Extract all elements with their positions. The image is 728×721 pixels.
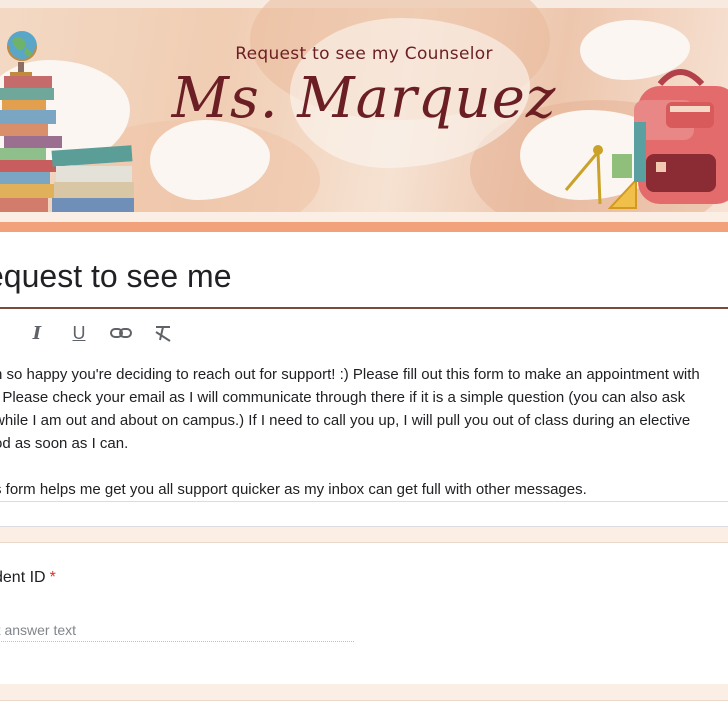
required-asterisk: * <box>49 569 56 586</box>
clear-format-button[interactable] <box>150 320 176 346</box>
banner-subtitle: Request to see my Counselor <box>235 44 493 64</box>
card-accent-bar <box>0 222 728 232</box>
description-line: while I am out and about on campus.) If … <box>0 412 691 429</box>
link-button[interactable] <box>108 320 134 346</box>
description-line: n so happy you're deciding to reach out … <box>0 366 700 383</box>
next-question-card[interactable] <box>0 700 728 721</box>
form-description[interactable]: n so happy you're deciding to reach out … <box>0 363 728 501</box>
italic-button[interactable]: I <box>24 320 50 346</box>
description-underline <box>0 501 728 502</box>
question-card[interactable]: dent ID* <box>0 542 728 685</box>
banner-title: Ms. Marquez <box>171 66 557 131</box>
description-line: od as soon as I can. <box>0 435 129 452</box>
question-label: dent ID* <box>0 569 56 587</box>
form-header-card[interactable]: equest to see me I U n so happy you're d… <box>0 222 728 527</box>
description-line: s form helps me get you all support quic… <box>0 481 587 498</box>
description-line: . Please check your email as I will comm… <box>0 389 686 406</box>
form-title[interactable]: equest to see me <box>0 258 231 295</box>
underline-button[interactable]: U <box>66 320 92 346</box>
question-title: dent ID <box>0 569 46 586</box>
title-underline <box>0 307 728 309</box>
clear-format-icon <box>155 326 171 342</box>
header-banner: Request to see my Counselor Ms. Marquez <box>0 0 728 212</box>
short-answer-input[interactable] <box>0 619 354 642</box>
link-icon <box>110 328 132 338</box>
